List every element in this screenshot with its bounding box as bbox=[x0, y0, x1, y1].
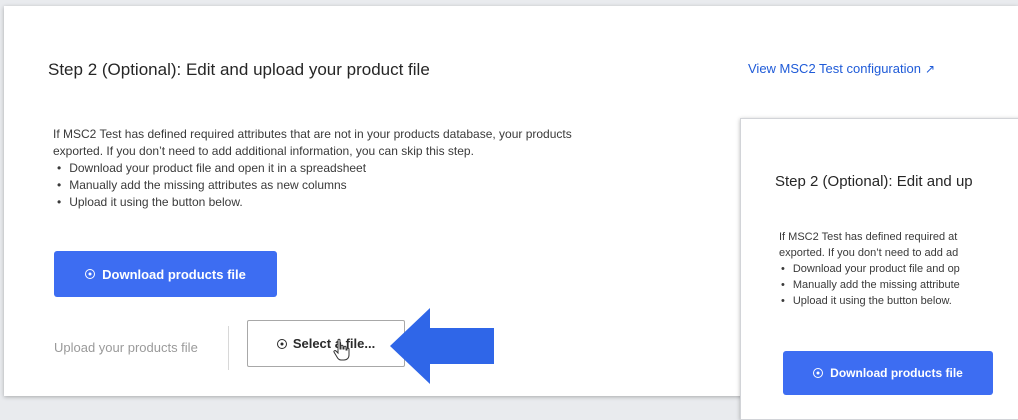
view-configuration-link[interactable]: View MSC2 Test configuration ↗ bbox=[748, 61, 935, 76]
description-line-1: If MSC2 Test has defined required attrib… bbox=[53, 127, 572, 141]
list-item: Download your product file and open it i… bbox=[57, 160, 366, 177]
list-item: Upload it using the button below. bbox=[57, 194, 366, 211]
left-arrow-icon bbox=[390, 308, 494, 384]
zoom-title: Step 2 (Optional): Edit and up bbox=[775, 173, 973, 190]
zoom-description-line-1: If MSC2 Test has defined required at bbox=[779, 231, 958, 243]
zoom-instruction-list: Download your product file and op Manual… bbox=[781, 261, 960, 309]
download-products-button[interactable]: Download products file bbox=[54, 251, 277, 297]
divider bbox=[228, 326, 229, 370]
description-line-2: exported. If you don’t need to add addit… bbox=[53, 144, 474, 158]
instruction-list: Download your product file and open it i… bbox=[57, 160, 366, 211]
zoom-download-products-button[interactable]: Download products file bbox=[783, 351, 993, 395]
external-link-icon: ↗ bbox=[924, 62, 936, 76]
download-products-label: Download products file bbox=[102, 266, 246, 282]
download-icon bbox=[813, 368, 824, 378]
list-item: Manually add the missing attribute bbox=[781, 277, 960, 293]
list-item: Download your product file and op bbox=[781, 261, 960, 277]
select-file-icon bbox=[276, 338, 287, 349]
select-file-button[interactable]: Select a file... bbox=[247, 320, 405, 367]
download-icon bbox=[85, 269, 96, 279]
list-item: Upload it using the button below. bbox=[781, 293, 960, 309]
zoom-download-products-label: Download products file bbox=[830, 366, 963, 380]
view-configuration-label: View MSC2 Test configuration bbox=[748, 61, 921, 76]
zoom-description-line-2: exported. If you don’t need to add ad bbox=[779, 247, 959, 259]
page-title: Step 2 (Optional): Edit and upload your … bbox=[48, 60, 430, 79]
hand-cursor-icon bbox=[333, 338, 350, 361]
zoomed-preview-panel: Step 2 (Optional): Edit and up If MSC2 T… bbox=[740, 118, 1018, 420]
upload-label: Upload your products file bbox=[54, 340, 198, 355]
list-item: Manually add the missing attributes as n… bbox=[57, 177, 366, 194]
